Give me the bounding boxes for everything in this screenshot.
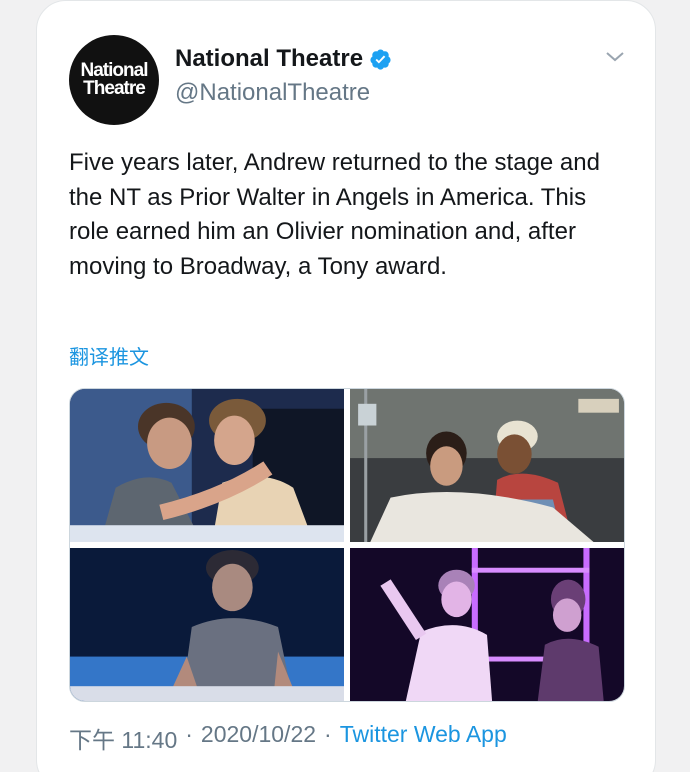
meta-separator-2: · <box>324 721 332 747</box>
photo-3[interactable] <box>70 548 344 701</box>
author-row: National Theatre <box>175 45 392 73</box>
tweet-card: National Theatre National Theatre @Natio… <box>36 0 656 772</box>
chevron-down-icon[interactable] <box>603 45 627 69</box>
photo-1[interactable] <box>70 389 344 542</box>
tweet-text: Five years later, Andrew returned to the… <box>69 149 600 280</box>
display-name[interactable]: National Theatre <box>175 45 363 73</box>
tweet-time[interactable]: 下午 11:40 <box>69 721 177 755</box>
avatar-logo-text: National Theatre <box>81 61 149 99</box>
verified-badge-icon <box>370 48 391 70</box>
translate-tweet-link[interactable]: 翻译推文 <box>69 341 149 370</box>
tweet-date[interactable]: 2020/10/22 <box>201 721 316 755</box>
photo-2[interactable] <box>350 389 624 542</box>
photo-4[interactable] <box>350 548 624 701</box>
tweet-source-link[interactable]: Twitter Web App <box>340 721 507 755</box>
meta-separator: · <box>185 721 193 747</box>
tweet-meta: 下午 11:40 · 2020/10/22 · Twitter Web App <box>69 721 507 755</box>
avatar-line-2: Theatre <box>83 78 146 99</box>
account-handle[interactable]: @NationalTheatre <box>175 79 370 107</box>
media-grid <box>69 388 625 702</box>
avatar[interactable]: National Theatre <box>69 35 159 125</box>
